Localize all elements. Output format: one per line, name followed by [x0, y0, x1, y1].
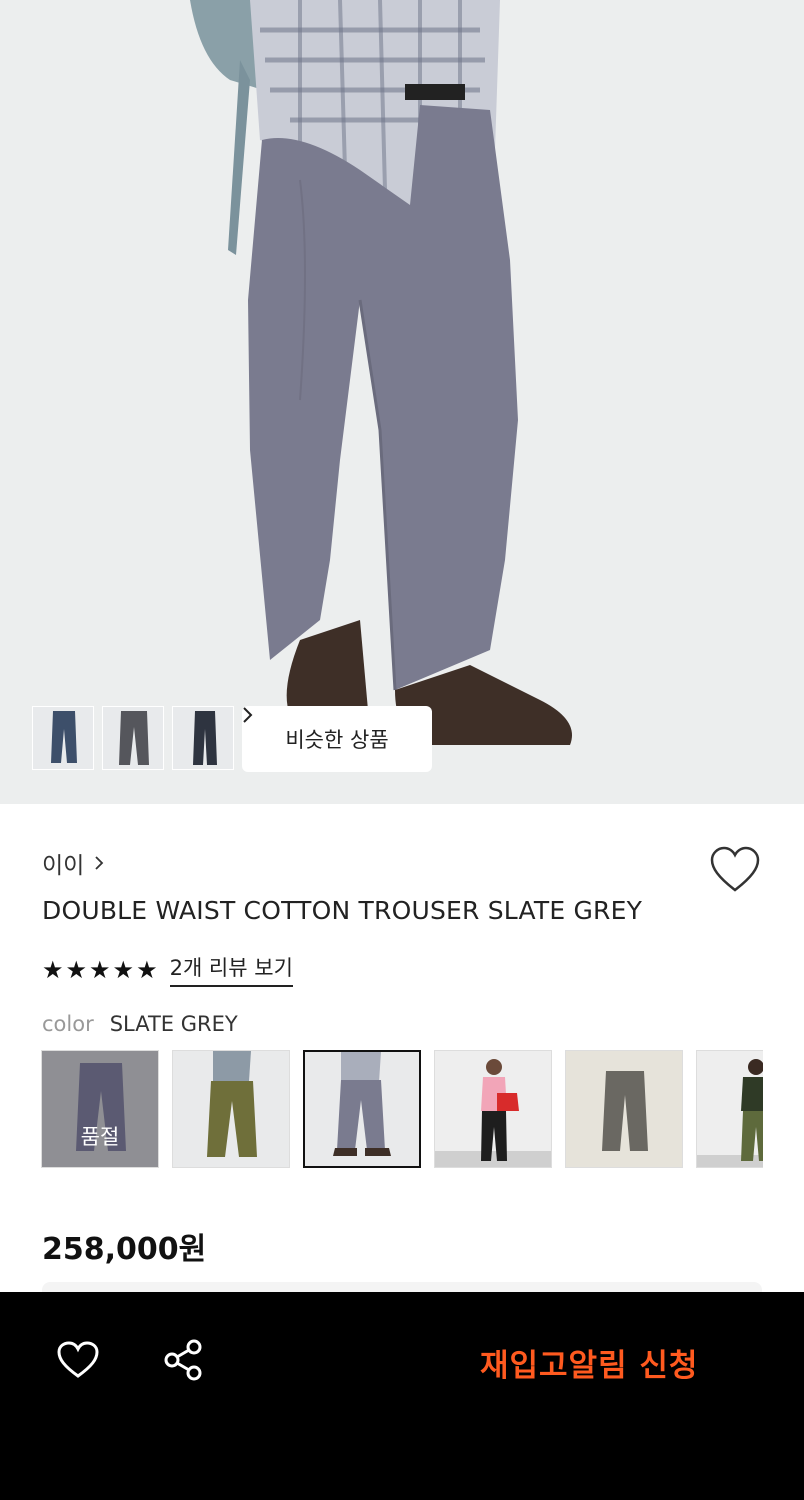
bottom-action-bar	[0, 1292, 804, 1500]
color-swatch[interactable]	[434, 1050, 552, 1168]
share-icon[interactable]	[162, 1338, 204, 1382]
star-icon: ★	[65, 955, 88, 984]
chevron-right-icon	[243, 707, 253, 723]
thumbnail-image	[103, 707, 163, 769]
color-swatch[interactable]	[172, 1050, 290, 1168]
wishlist-heart-icon[interactable]	[56, 1340, 100, 1380]
star-icon: ★	[112, 955, 135, 984]
gallery-thumbnail[interactable]	[172, 706, 234, 770]
brand-name: 이이	[42, 853, 85, 879]
wishlist-heart-icon[interactable]	[708, 844, 762, 898]
swatch-image	[697, 1051, 763, 1167]
color-label: color	[42, 1012, 94, 1036]
similar-products-label: 비슷한 상품	[285, 728, 389, 752]
restock-alert-button[interactable]: 재입고알림 신청	[480, 1340, 698, 1385]
color-swatch-selected[interactable]	[303, 1050, 421, 1168]
product-hero-image[interactable]: 비슷한 상품	[0, 0, 804, 804]
color-row: color SLATE GREY	[42, 1012, 238, 1036]
swatch-image	[566, 1051, 682, 1167]
color-swatch[interactable]	[696, 1050, 763, 1168]
thumbnail-image	[33, 707, 93, 769]
star-rating: ★ ★ ★ ★ ★	[42, 958, 158, 982]
star-icon: ★	[89, 955, 111, 984]
sold-out-label: 품절	[80, 1125, 120, 1149]
color-value: SLATE GREY	[109, 1012, 238, 1036]
star-icon: ★	[136, 955, 158, 984]
rating-row: ★ ★ ★ ★ ★ 2개 리뷰 보기	[42, 952, 293, 987]
gallery-thumbnail[interactable]	[32, 706, 94, 770]
star-icon: ★	[42, 955, 64, 984]
color-swatch-list: 품절	[41, 1050, 763, 1168]
swatch-image	[173, 1051, 289, 1167]
color-swatch[interactable]	[565, 1050, 683, 1168]
review-link[interactable]: 2개 리뷰 보기	[169, 952, 293, 987]
brand-link[interactable]: 이이	[42, 846, 104, 880]
gallery-thumbnail[interactable]	[102, 706, 164, 770]
product-title: DOUBLE WAIST COTTON TROUSER SLATE GREY	[42, 896, 643, 925]
thumbnail-image	[173, 707, 233, 769]
color-swatch[interactable]: 품절	[41, 1050, 159, 1168]
chevron-right-icon	[95, 856, 104, 870]
model-photo	[0, 0, 804, 804]
thumbnail-strip	[32, 706, 234, 770]
similar-products-button[interactable]: 비슷한 상품	[242, 706, 432, 772]
swatch-image	[305, 1052, 419, 1166]
swatch-image	[435, 1051, 551, 1167]
product-price: 258,000원	[42, 1232, 207, 1267]
